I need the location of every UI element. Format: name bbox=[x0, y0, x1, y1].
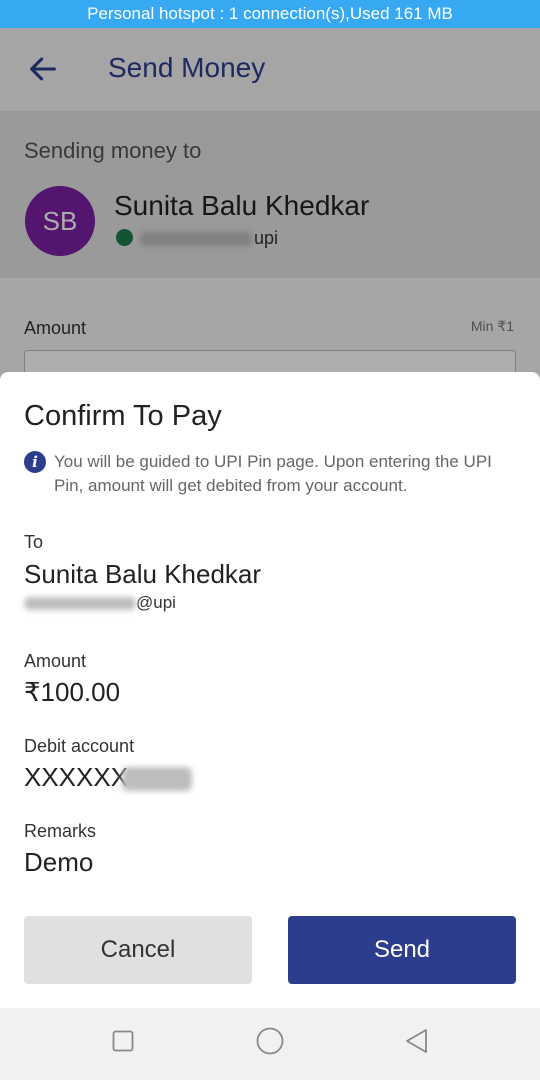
send-button[interactable]: Send bbox=[288, 916, 516, 984]
debit-account-label: Debit account bbox=[24, 736, 135, 756]
dialog-title: Confirm To Pay bbox=[24, 400, 222, 432]
amount-label: Amount bbox=[24, 651, 87, 671]
info-icon: i bbox=[24, 451, 46, 473]
to-name: Sunita Balu Khedkar bbox=[24, 559, 262, 589]
remarks-value: Demo bbox=[24, 847, 94, 877]
square-icon[interactable] bbox=[112, 1030, 134, 1052]
circle-icon[interactable] bbox=[256, 1027, 284, 1055]
amount-value: ₹100.00 bbox=[24, 677, 121, 707]
cancel-button[interactable]: Cancel bbox=[24, 916, 252, 984]
remarks-label: Remarks bbox=[24, 821, 97, 841]
info-message: You will be guided to UPI Pin page. Upon… bbox=[54, 452, 492, 495]
redacted-number bbox=[122, 767, 193, 792]
to-upi-id: @upi bbox=[24, 593, 176, 613]
redacted-number bbox=[24, 597, 136, 611]
debit-account-mask: XXXXXX bbox=[24, 762, 129, 792]
to-label: To bbox=[24, 532, 44, 552]
triangle-back-icon[interactable] bbox=[404, 1028, 430, 1054]
confirm-dialog: Confirm To Pay i You will be guided to U… bbox=[0, 372, 540, 1008]
status-bar: Personal hotspot : 1 connection(s),Used … bbox=[0, 0, 540, 28]
debit-account-value: XXXXXX bbox=[24, 762, 193, 793]
upi-suffix: @upi bbox=[136, 593, 176, 612]
status-bar-text: Personal hotspot : 1 connection(s),Used … bbox=[87, 4, 453, 23]
system-nav-bar bbox=[0, 1008, 540, 1080]
